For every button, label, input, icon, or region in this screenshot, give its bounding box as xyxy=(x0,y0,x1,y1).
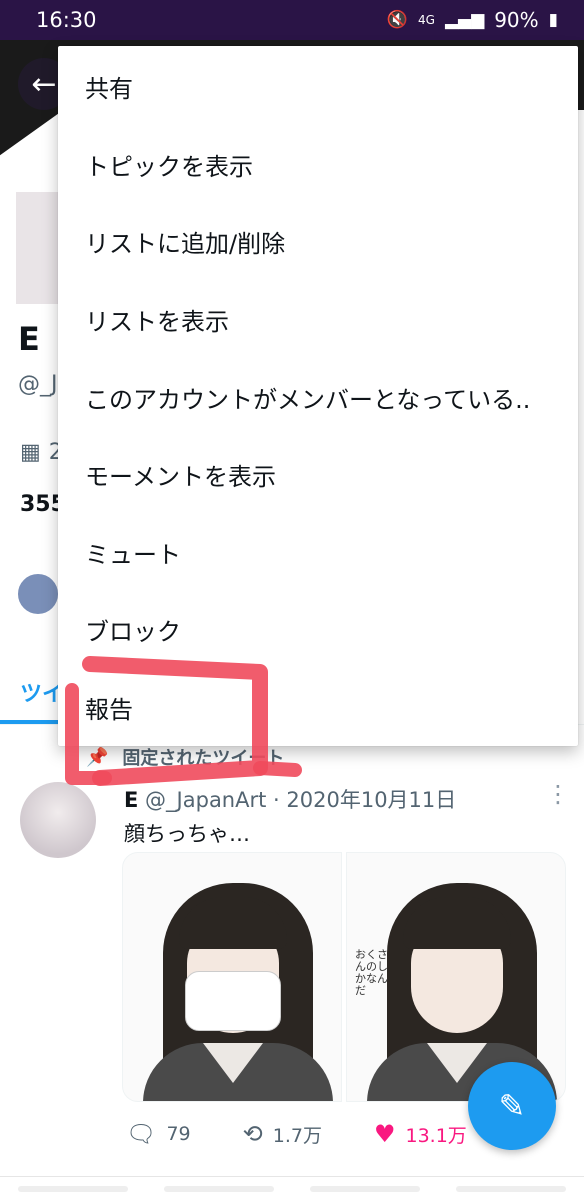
tweet-author-name[interactable]: E xyxy=(124,788,138,812)
menu-item-view-lists[interactable]: リストを表示 xyxy=(58,281,578,359)
battery-level: 90% xyxy=(494,8,539,32)
pinned-tweet-label: 📌 固定されたツイート xyxy=(86,744,284,770)
retweet-icon: ⟲ xyxy=(242,1120,263,1148)
compose-tweet-button[interactable]: ✎ xyxy=(468,1062,556,1150)
nav-segment[interactable] xyxy=(18,1185,128,1192)
menu-item-mute[interactable]: ミュート xyxy=(58,514,578,592)
menu-item-block[interactable]: ブロック xyxy=(58,591,578,669)
nav-segment[interactable] xyxy=(456,1185,566,1192)
art-mask xyxy=(185,971,281,1031)
followers-you-know-avatar[interactable] xyxy=(16,572,60,616)
reply-count: 79 xyxy=(166,1123,191,1145)
like-button[interactable]: ♥ 13.1万 xyxy=(374,1120,467,1148)
network-label: 4G xyxy=(418,13,435,27)
arrow-left-icon: ← xyxy=(31,66,57,102)
tweet-separator: · xyxy=(266,788,287,812)
overflow-menu: 共有 トピックを表示 リストに追加/削除 リストを表示 このアカウントがメンバー… xyxy=(58,46,578,746)
more-vertical-icon[interactable]: ⋮ xyxy=(546,780,570,808)
menu-item-view-moments[interactable]: モーメントを表示 xyxy=(58,436,578,514)
pin-icon: 📌 xyxy=(86,746,109,768)
signal-icon: ▂▄▆ xyxy=(444,10,485,30)
menu-item-report[interactable]: 報告 xyxy=(58,669,578,747)
art-handwritten-note: おくさんのしかなんだ xyxy=(355,948,388,998)
reply-icon: 🗨 xyxy=(126,1120,157,1148)
joined-date: ▦ 2 xyxy=(20,440,63,465)
status-bar: 16:30 🔇 4G ▂▄▆ 90% ▮ xyxy=(0,0,584,40)
like-count: 13.1万 xyxy=(405,1124,467,1147)
pinned-text: 固定されたツイート xyxy=(122,748,285,769)
menu-item-view-topics[interactable]: トピックを表示 xyxy=(58,126,578,204)
status-indicators: 🔇 4G ▂▄▆ 90% ▮ xyxy=(387,8,558,32)
profile-handle: @_J xyxy=(18,372,58,397)
tweet-text: 顔ちっちゃ… xyxy=(124,822,250,846)
tweet-date[interactable]: 2020年10月11日 xyxy=(286,788,456,812)
menu-item-lists-member-of[interactable]: このアカウントがメンバーとなっている.. xyxy=(58,358,578,436)
tweet-image-1[interactable] xyxy=(122,852,342,1102)
battery-icon: ▮ xyxy=(548,10,558,30)
tweet-author-handle: @_JapanArt xyxy=(145,788,267,812)
retweet-count: 1.7万 xyxy=(272,1124,322,1147)
status-time: 16:30 xyxy=(36,8,97,32)
mute-icon: 🔇 xyxy=(386,10,409,30)
profile-name: E xyxy=(18,320,40,358)
nav-segment[interactable] xyxy=(164,1185,274,1192)
menu-item-share[interactable]: 共有 xyxy=(58,48,578,126)
feather-plus-icon: ✎ xyxy=(498,1087,526,1125)
tweet-image-2[interactable]: おくさんのしかなんだ xyxy=(346,852,566,1102)
tweet-header: E @_JapanArt · 2020年10月11日 xyxy=(124,784,456,814)
calendar-icon: ▦ xyxy=(20,440,41,465)
nav-segment[interactable] xyxy=(310,1185,420,1192)
heart-icon: ♥ xyxy=(373,1120,396,1148)
tweet-actions: 🗨 79 ⟲ 1.7万 ♥ 13.1万 xyxy=(126,1120,519,1148)
menu-item-add-remove-lists[interactable]: リストに追加/削除 xyxy=(58,203,578,281)
bottom-nav-bar xyxy=(0,1176,584,1200)
tweet-author-avatar[interactable] xyxy=(20,782,96,858)
reply-button[interactable]: 🗨 79 xyxy=(126,1120,191,1148)
retweet-button[interactable]: ⟲ 1.7万 xyxy=(243,1120,322,1148)
